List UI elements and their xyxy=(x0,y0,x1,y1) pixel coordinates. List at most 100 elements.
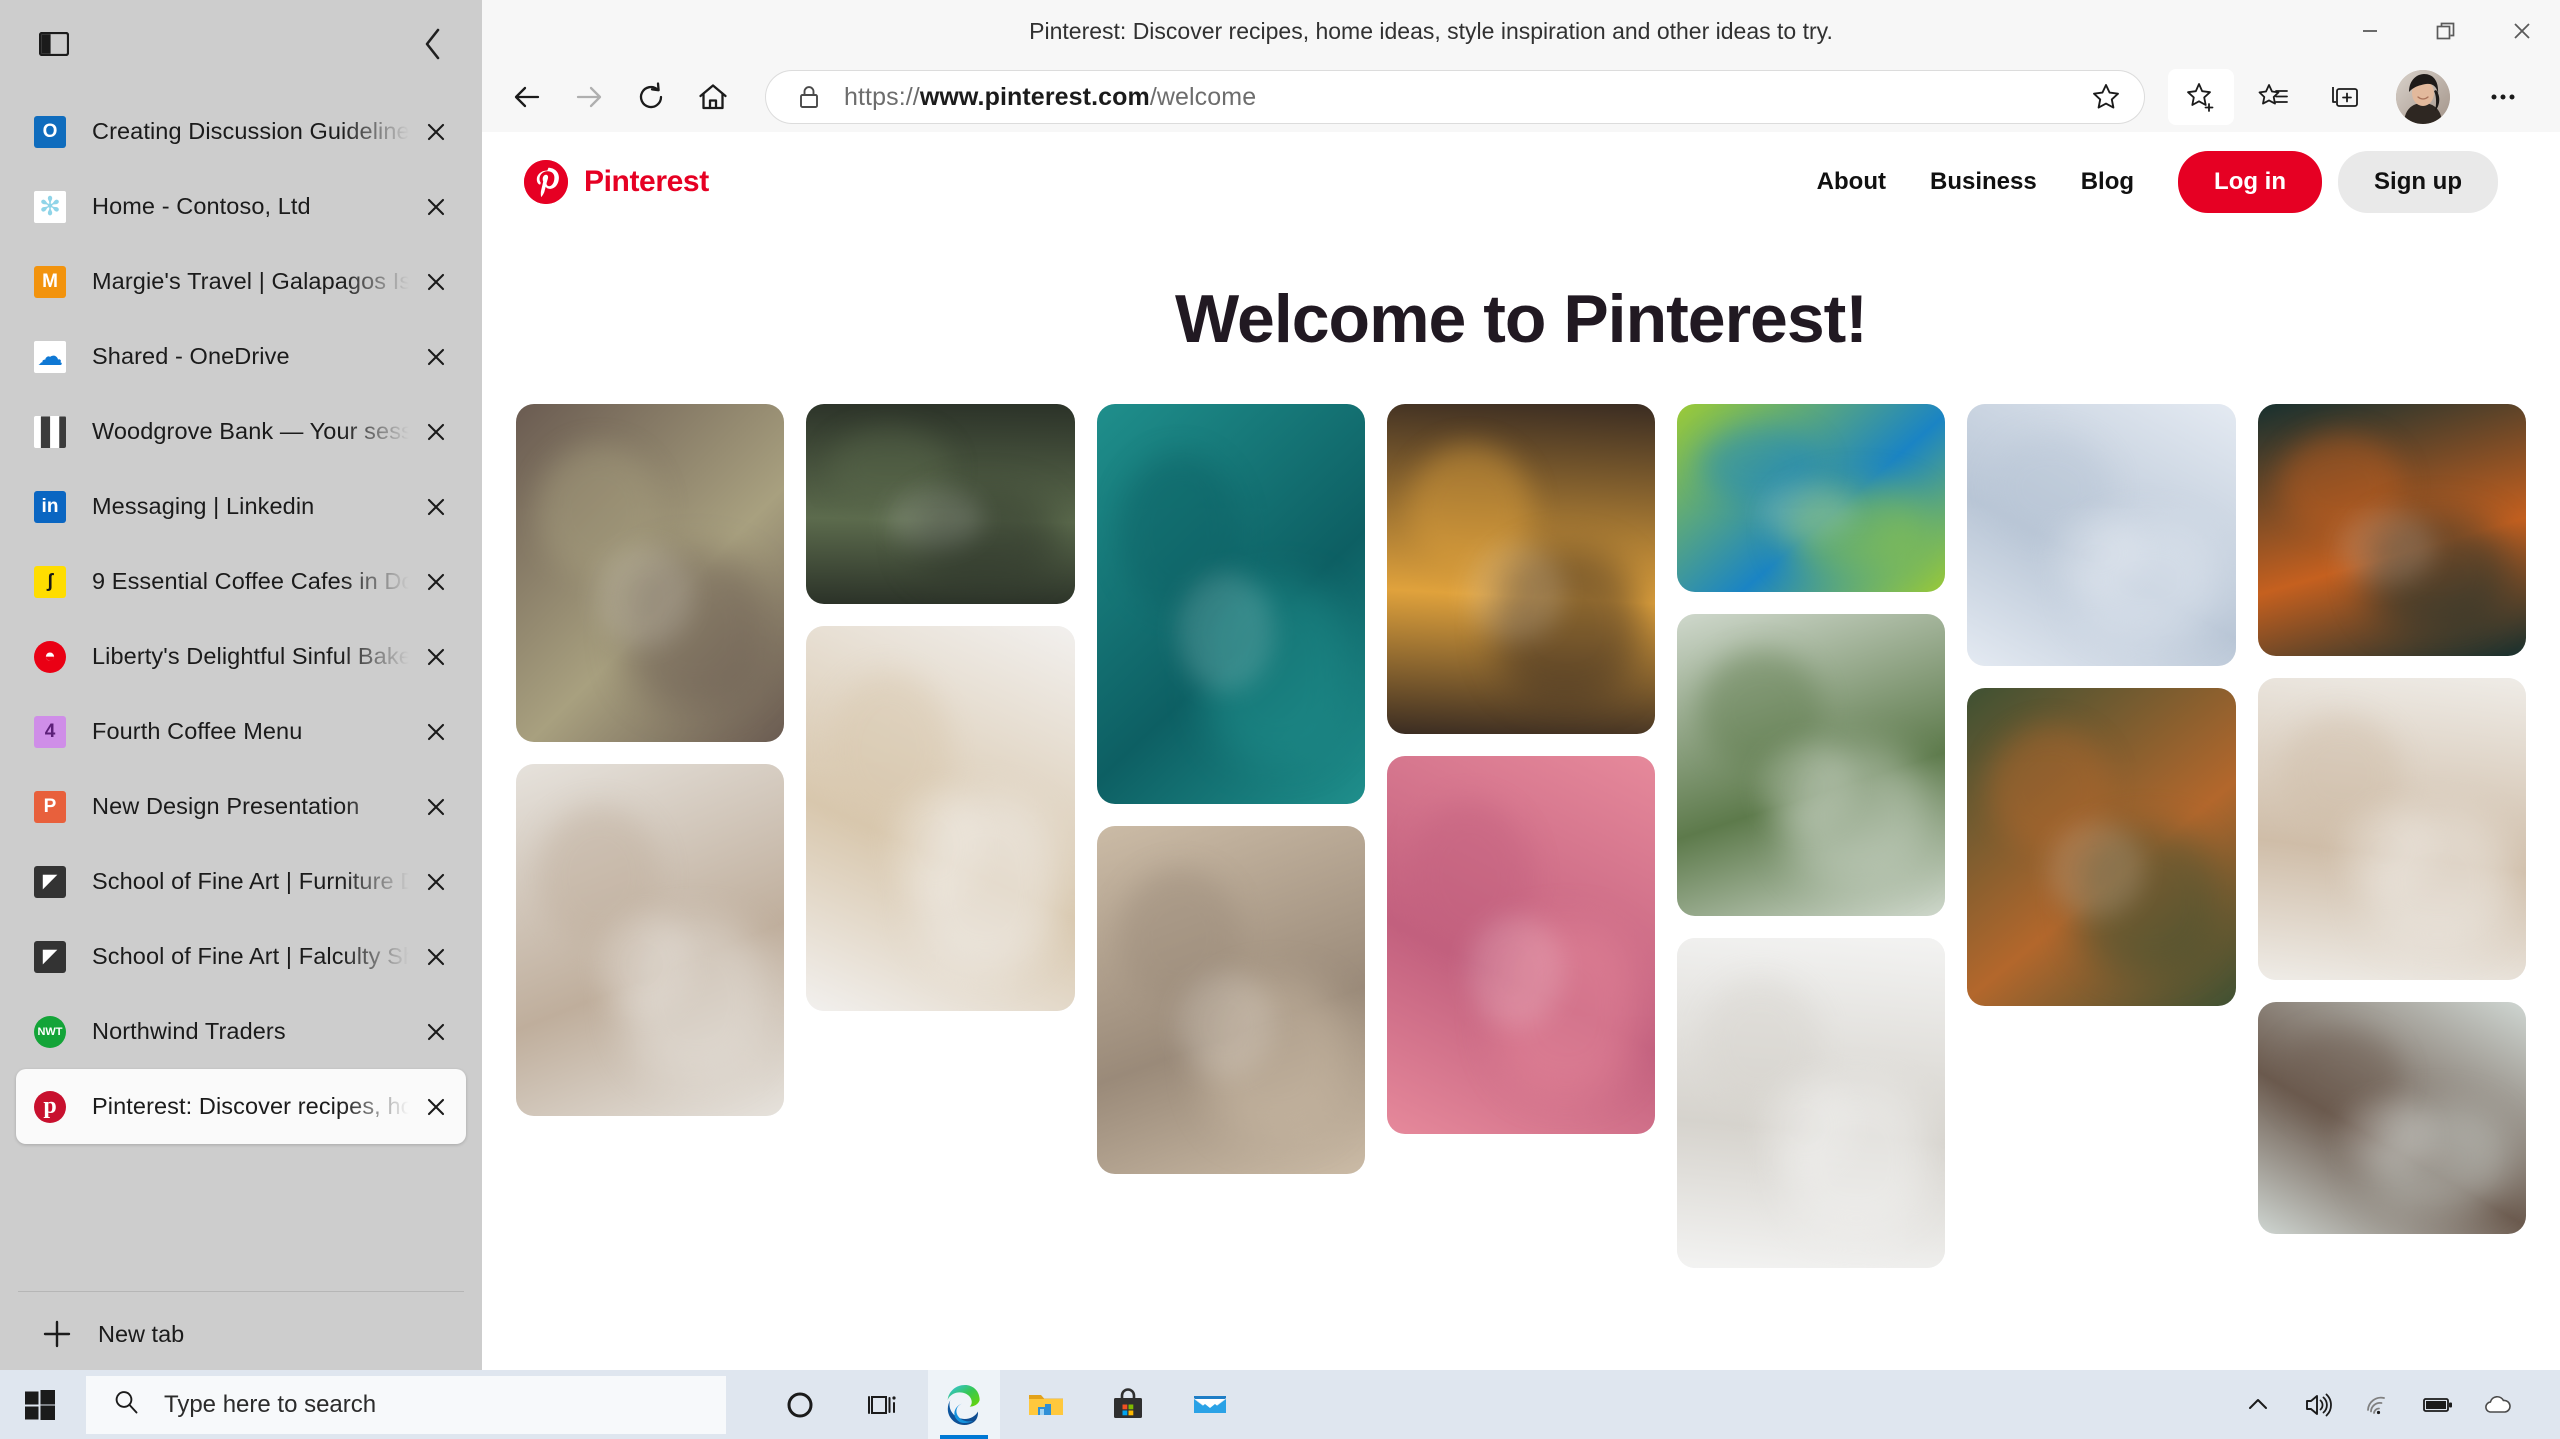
pin-card[interactable] xyxy=(1967,404,2236,666)
tray-battery-icon[interactable] xyxy=(2410,1370,2466,1439)
tab-title: Northwind Traders xyxy=(92,1018,286,1044)
tab-close-icon[interactable] xyxy=(416,862,456,902)
margies-travel-icon: M xyxy=(34,265,66,298)
pin-card[interactable] xyxy=(516,404,785,742)
knitting-yarn-mug-photo xyxy=(2257,678,2526,980)
pin-card[interactable] xyxy=(1677,614,1946,916)
refresh-button[interactable] xyxy=(620,69,682,125)
tab-close-icon[interactable] xyxy=(416,337,456,377)
tab-item[interactable]: P New Design Presentation xyxy=(16,769,466,844)
minimize-button[interactable] xyxy=(2332,0,2408,62)
tab-item[interactable]: ✻ Home - Contoso, Ltd xyxy=(16,169,466,244)
tab-item[interactable]: 4 Fourth Coffee Menu xyxy=(16,694,466,769)
tab-item[interactable]: ʃ 9 Essential Coffee Cafes in Dow xyxy=(16,544,466,619)
school-of-fine-art-icon: ◤ xyxy=(34,940,66,973)
tab-close-icon[interactable] xyxy=(416,1087,456,1127)
home-button[interactable] xyxy=(682,69,744,125)
tab-item[interactable]: ◤ School of Fine Art | Furniture D xyxy=(16,844,466,919)
back-button[interactable] xyxy=(496,69,558,125)
tab-close-icon[interactable] xyxy=(416,187,456,227)
vertical-tabs-toggle-icon[interactable] xyxy=(30,21,78,67)
tab-close-icon[interactable] xyxy=(416,712,456,752)
taskbar-file-explorer[interactable] xyxy=(1010,1370,1082,1439)
lock-icon xyxy=(792,83,826,111)
new-tab-button[interactable]: New tab xyxy=(16,1298,466,1370)
tab-item[interactable]: ☁ Shared - OneDrive xyxy=(16,319,466,394)
pin-card[interactable] xyxy=(1677,938,1946,1268)
desktop: O Creating Discussion Guidelines ✻ Home - C… xyxy=(0,0,2560,1439)
pin-card[interactable] xyxy=(1386,756,1656,1134)
taskbar-search-box[interactable]: Type here to search xyxy=(86,1375,726,1434)
start-button[interactable] xyxy=(0,1370,80,1439)
tab-title: Pinterest: Discover recipes, home xyxy=(92,1093,412,1119)
window-controls xyxy=(2332,0,2560,62)
collections-button[interactable] xyxy=(2312,69,2378,125)
citrus-slices-photo xyxy=(1386,404,1656,734)
restore-button[interactable] xyxy=(2408,0,2484,62)
pinterest-logo[interactable]: Pinterest xyxy=(524,160,709,204)
tray-volume-icon[interactable] xyxy=(2290,1370,2346,1439)
tab-close-icon[interactable] xyxy=(416,112,456,152)
pin-card[interactable] xyxy=(1096,826,1365,1174)
tab-close-icon[interactable] xyxy=(416,937,456,977)
greenhouse-conservatory-photo xyxy=(1677,614,1946,916)
tray-network-icon[interactable] xyxy=(2350,1370,2406,1439)
tab-close-icon[interactable] xyxy=(416,1012,456,1052)
signup-button[interactable]: Sign up xyxy=(2338,151,2498,213)
vertical-tabs-list: O Creating Discussion Guidelines ✻ Home - C… xyxy=(0,88,482,1279)
pin-card[interactable] xyxy=(1677,404,1946,592)
tray-show-hidden-icons[interactable] xyxy=(2230,1370,2286,1439)
tab-item[interactable]: ◓ Liberty's Delightful Sinful Baker xyxy=(16,619,466,694)
tab-close-icon[interactable] xyxy=(416,412,456,452)
close-button[interactable] xyxy=(2484,0,2560,62)
taskbar-microsoft-store[interactable] xyxy=(1092,1370,1164,1439)
tab-title: School of Fine Art | Falculty Sho xyxy=(92,943,412,969)
address-bar[interactable]: https://www.pinterest.com/welcome xyxy=(766,71,2144,123)
pin-card[interactable] xyxy=(1096,404,1365,804)
favorites-button[interactable] xyxy=(2240,69,2306,125)
pinterest-icon: p xyxy=(34,1090,66,1123)
forward-button[interactable] xyxy=(558,69,620,125)
taskbar-items xyxy=(764,1370,1246,1439)
login-button[interactable]: Log in xyxy=(2178,151,2323,213)
nav-link-business[interactable]: Business xyxy=(1908,156,2059,208)
pinterest-wordmark: Pinterest xyxy=(584,165,709,198)
profile-avatar[interactable] xyxy=(2396,70,2450,124)
pin-card[interactable] xyxy=(2257,678,2526,980)
pin-card[interactable] xyxy=(806,404,1075,604)
address-bar-url[interactable]: https://www.pinterest.com/welcome xyxy=(826,83,2082,112)
pin-card[interactable] xyxy=(1386,404,1656,734)
favorites-add-button[interactable] xyxy=(2168,69,2234,125)
tab-item[interactable]: ◤ School of Fine Art | Falculty Sho xyxy=(16,919,466,994)
add-favorite-star-icon[interactable] xyxy=(2082,81,2130,113)
nav-link-about[interactable]: About xyxy=(1795,156,1908,208)
tab-item[interactable]: O Creating Discussion Guidelines xyxy=(16,94,466,169)
tab-close-icon[interactable] xyxy=(416,637,456,677)
tab-item[interactable]: M Margie's Travel | Galapagos Isla xyxy=(16,244,466,319)
pin-card[interactable] xyxy=(516,764,785,1116)
taskbar-mail[interactable] xyxy=(1174,1370,1246,1439)
tray-onedrive-icon[interactable] xyxy=(2470,1370,2526,1439)
pin-card[interactable] xyxy=(1967,688,2236,1006)
tab-item[interactable]: NWT Northwind Traders xyxy=(16,994,466,1069)
plus-icon xyxy=(38,1319,76,1349)
taskbar-edge[interactable] xyxy=(928,1370,1000,1439)
tab-item[interactable]: p Pinterest: Discover recipes, home xyxy=(16,1069,466,1144)
nav-link-blog[interactable]: Blog xyxy=(2059,156,2156,208)
collapse-sidebar-chevron-icon[interactable] xyxy=(406,19,460,69)
pin-card[interactable] xyxy=(806,626,1075,1011)
cortana-icon[interactable] xyxy=(764,1370,836,1439)
tab-close-icon[interactable] xyxy=(416,562,456,602)
settings-and-more-button[interactable] xyxy=(2470,69,2536,125)
tab-close-icon[interactable] xyxy=(416,262,456,302)
pin-card[interactable] xyxy=(2257,404,2526,656)
tab-close-icon[interactable] xyxy=(416,487,456,527)
task-view-icon[interactable] xyxy=(846,1370,918,1439)
pinterest-header: Pinterest About Business Blog Log in Sig… xyxy=(482,132,2560,232)
tab-close-icon[interactable] xyxy=(416,787,456,827)
pin-card[interactable] xyxy=(2257,1002,2526,1234)
tab-title: New Design Presentation xyxy=(92,793,360,819)
tab-item[interactable]: ▐▐ Woodgrove Bank — Your sessio xyxy=(16,394,466,469)
tab-item[interactable]: in Messaging | Linkedin xyxy=(16,469,466,544)
school-of-fine-art-icon: ◤ xyxy=(34,865,66,898)
